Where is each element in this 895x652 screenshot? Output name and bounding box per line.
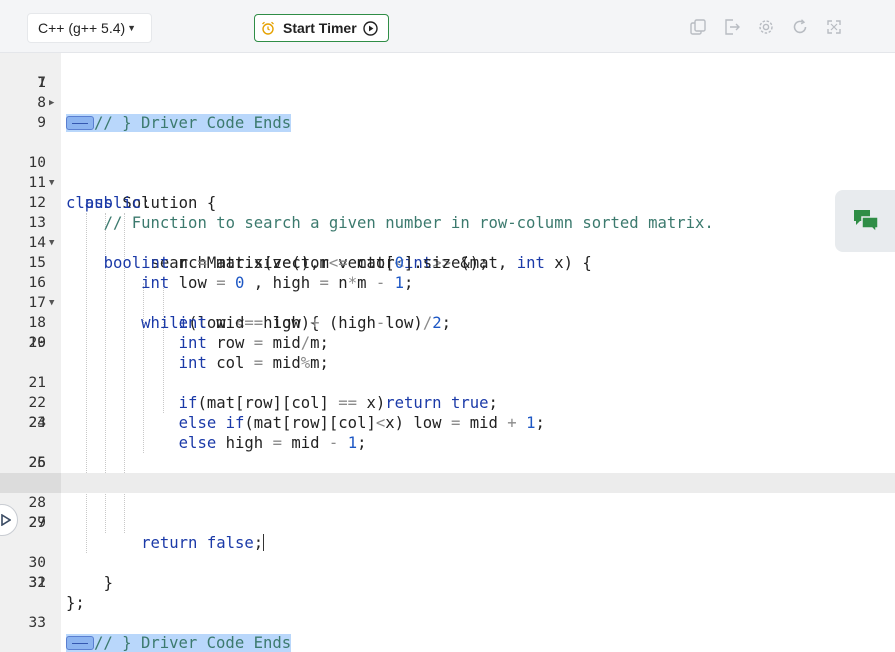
start-timer-label: Start Timer: [283, 20, 357, 36]
code-line: 15 int low = 0 , high = n*m - 1;: [0, 233, 895, 292]
code-line: 28: [0, 493, 895, 513]
language-select[interactable]: C++ (g++ 5.4) ▼: [27, 13, 152, 43]
folded-code-marker[interactable]: [66, 636, 94, 650]
code-line: 23 else high = mid - 1;: [0, 393, 895, 452]
code-line: 11 public:: [0, 153, 895, 212]
code-line: 19 int col = mid%m;: [0, 313, 895, 372]
code-line: 13 ▼ bool searchMatrix(vector<vector<int…: [0, 193, 895, 272]
gear-icon[interactable]: [757, 18, 775, 36]
copy-icon[interactable]: [689, 18, 707, 36]
code-line: 24: [0, 413, 895, 433]
language-select-value: C++ (g++ 5.4): [38, 20, 126, 36]
code-line: 7: [0, 73, 895, 93]
code-line: 33 // } Driver Code Ends: [0, 593, 895, 652]
line-number: 33: [28, 615, 46, 631]
active-code-line: 27 return false;: [0, 473, 895, 552]
code-lines: 1 ▶ // } Driver Code Ends 7 8 9 10 ▼ cla…: [0, 53, 895, 652]
line-number: 32: [28, 575, 46, 591]
code-line: 31 };: [0, 553, 895, 612]
code-line: 21 if(mat[row][col] == x)return true;: [0, 353, 895, 412]
code-line: 26: [0, 453, 895, 473]
chevron-down-icon: ▼: [127, 23, 137, 33]
line-number: 26: [28, 455, 46, 471]
code-line: 1 ▶ // } Driver Code Ends: [0, 53, 895, 132]
code-line: 16 ▼ while(low <= high){: [0, 253, 895, 332]
code-line: 22 else if(mat[row][col]<x) low = mid + …: [0, 373, 895, 432]
code-line: 30 }: [0, 533, 895, 592]
code-line: 20: [0, 333, 895, 353]
code-line: 14 int n = mat.size(),m = mat[0].size();: [0, 213, 895, 272]
code-line: 32: [0, 573, 895, 593]
code-line: 12 // Function to search a given number …: [0, 173, 895, 232]
code-line: 18 int row = mid/m;: [0, 293, 895, 352]
code-line: 8: [0, 93, 895, 113]
line-number: 24: [28, 415, 46, 431]
driver-comment: // } Driver Code Ends: [94, 634, 292, 652]
fullscreen-icon[interactable]: [825, 18, 843, 36]
code-line: 10 ▼ class Solution {: [0, 133, 895, 212]
code-editor[interactable]: 1 ▶ // } Driver Code Ends 7 8 9 10 ▼ cla…: [0, 53, 895, 652]
code-line: 25 }: [0, 433, 895, 492]
code-line: 29: [0, 513, 895, 533]
line-number: 7: [37, 75, 46, 91]
play-circle-icon: [362, 20, 378, 36]
line-number: 9: [37, 115, 46, 131]
alarm-clock-icon: [262, 21, 274, 35]
export-icon[interactable]: [723, 18, 741, 36]
code-line: 9: [0, 113, 895, 133]
line-number: 8: [37, 95, 46, 111]
chat-icon: [854, 210, 879, 234]
editor-toolbar: C++ (g++ 5.4) ▼ Start Timer: [0, 0, 895, 53]
line-number: 20: [28, 335, 46, 351]
start-timer-button[interactable]: Start Timer: [254, 14, 389, 42]
chat-button[interactable]: [835, 190, 895, 252]
code-line: 17 int mid = low + (high-low)/2;: [0, 273, 895, 332]
play-triangle-icon: [1, 514, 11, 526]
reset-icon[interactable]: [791, 18, 809, 36]
editor-tools: [689, 18, 859, 36]
